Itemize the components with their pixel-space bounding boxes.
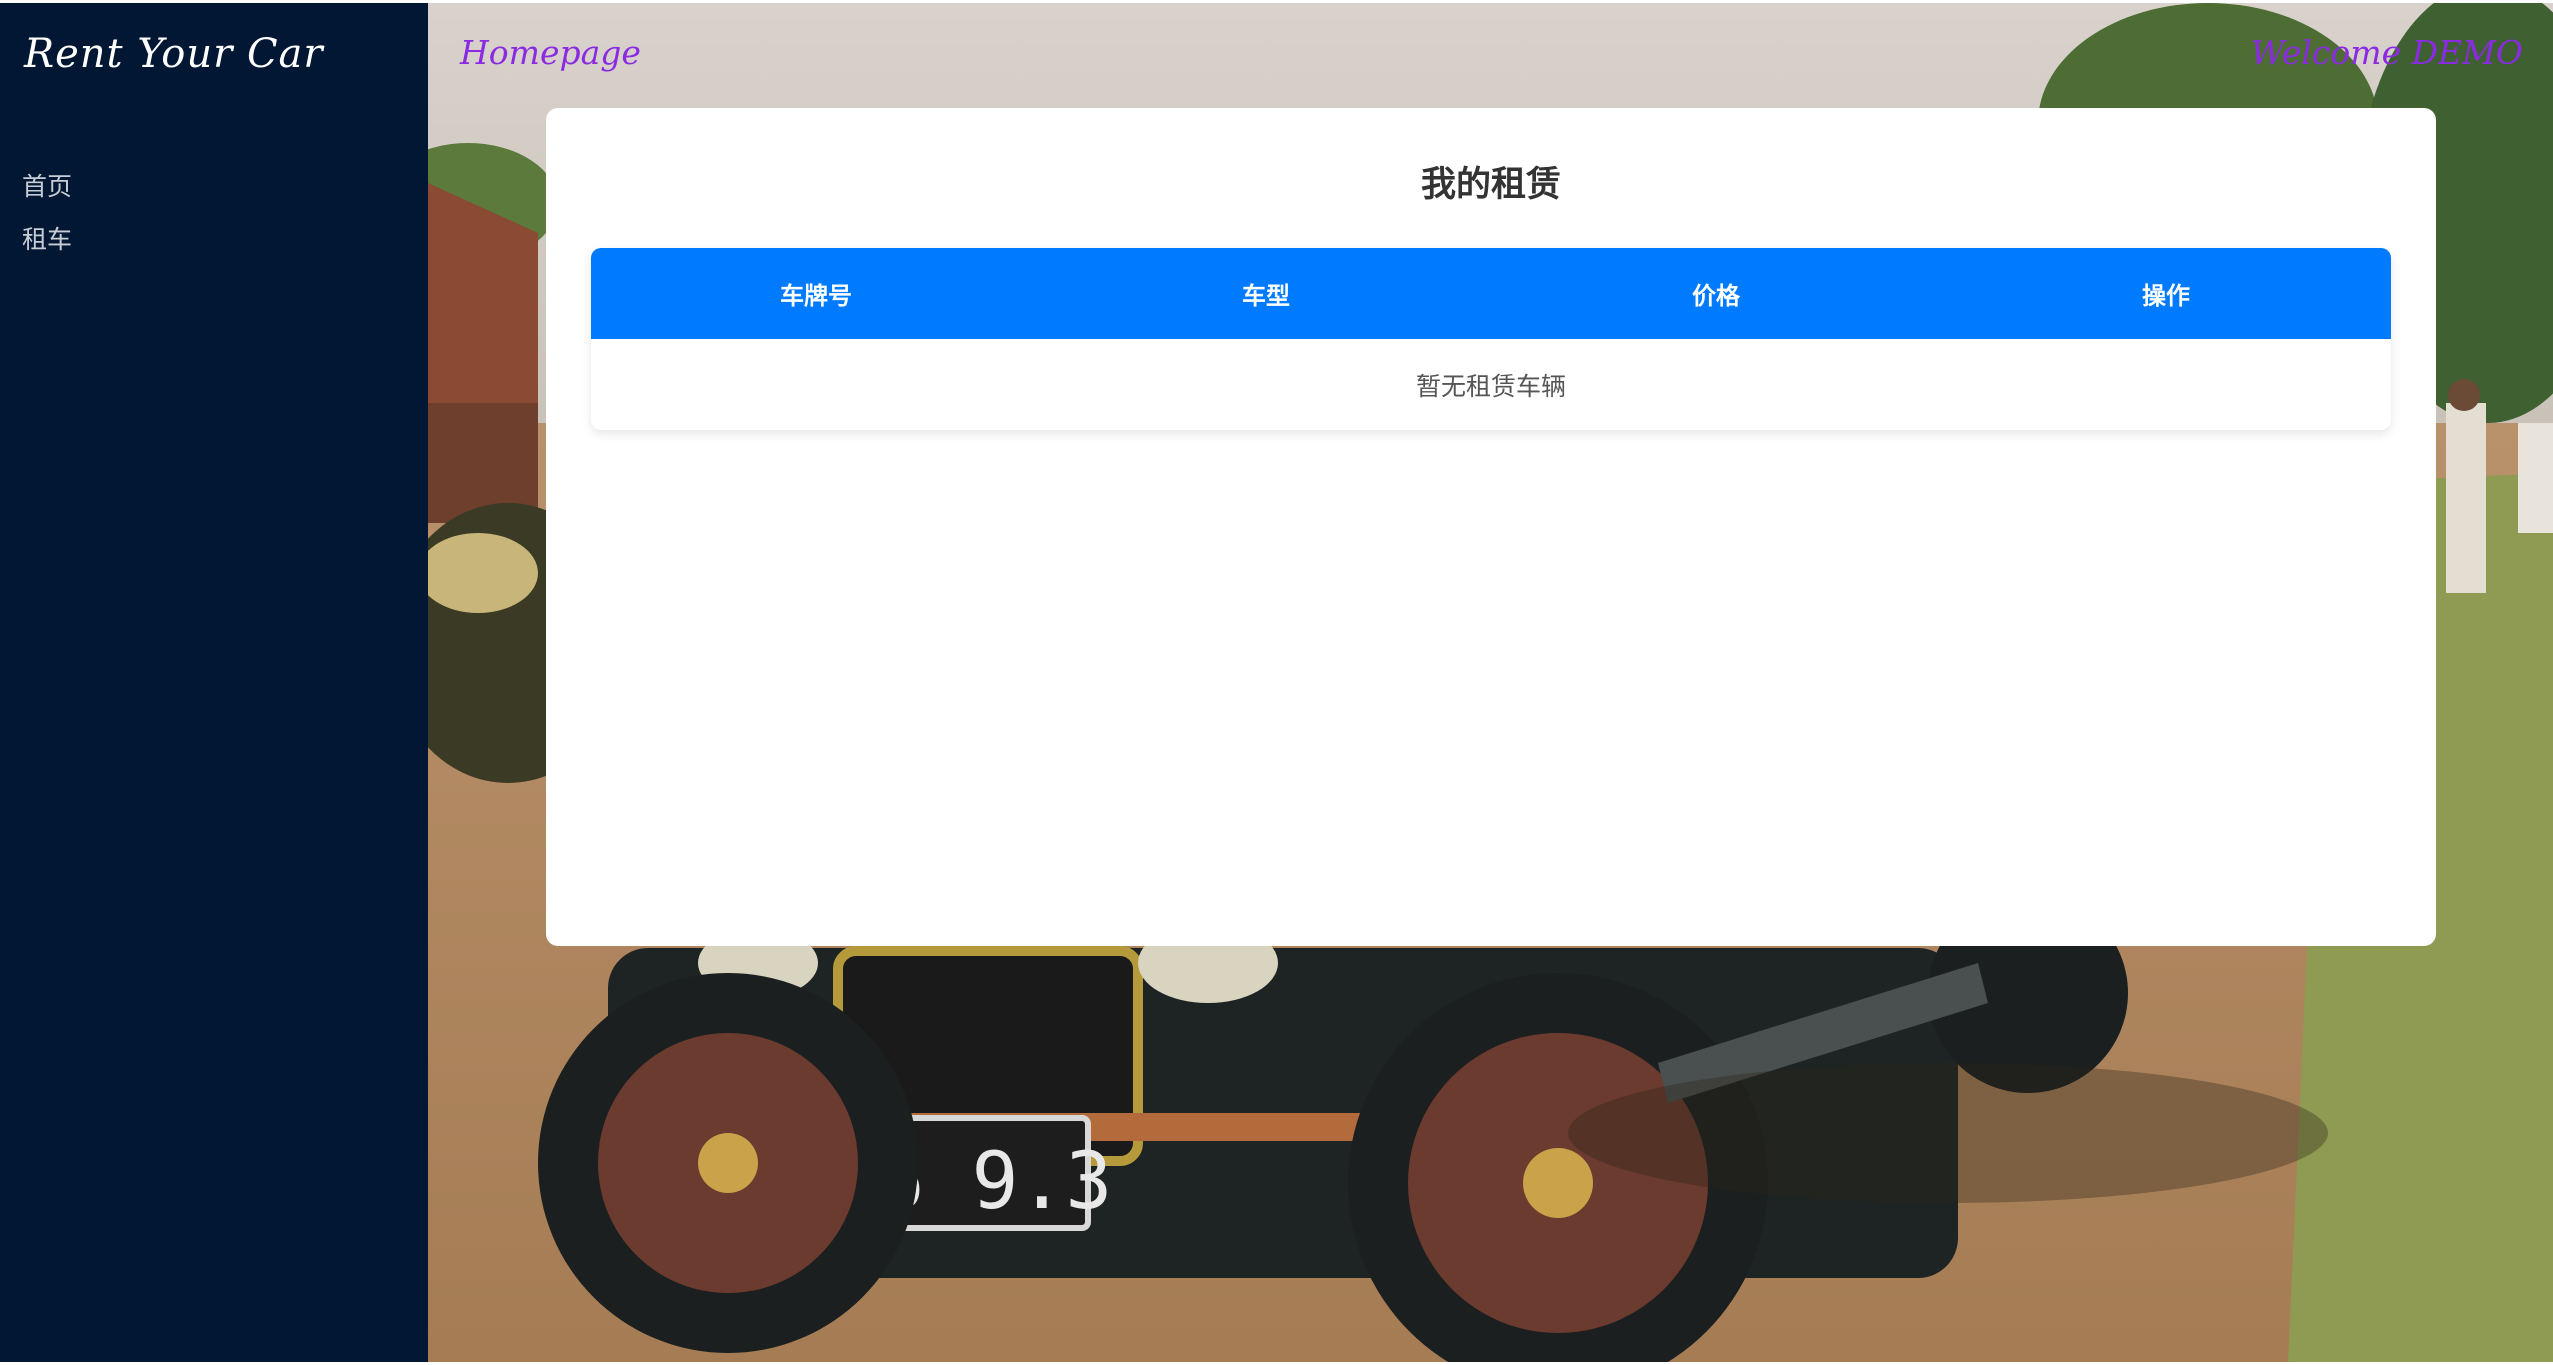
table-header-row: 车牌号 车型 价格 操作	[591, 248, 2391, 339]
welcome-text: Welcome DEMO	[2250, 33, 2523, 72]
sidebar-item-rent[interactable]: 租车	[22, 213, 72, 266]
rentals-table: 车牌号 车型 价格 操作 暂无租赁车辆	[591, 248, 2391, 430]
empty-state-message: 暂无租赁车辆	[1415, 371, 1566, 401]
sidebar-item-home[interactable]: 首页	[22, 160, 72, 213]
main-area: DI6 9.3 Homepage Welcome DEMO 我的租赁 车牌号 车…	[428, 3, 2553, 1362]
rentals-card: 我的租赁 车牌号 车型 价格 操作 暂无租赁车辆	[546, 108, 2436, 946]
column-header-actions: 操作	[1941, 248, 2391, 339]
page-title: 我的租赁	[1420, 165, 1561, 205]
brand-logo[interactable]: Rent Your Car	[24, 31, 324, 77]
column-header-plate: 车牌号	[591, 248, 1041, 339]
table-row: 暂无租赁车辆	[591, 339, 2391, 430]
column-header-model: 车型	[1041, 248, 1491, 339]
homepage-link[interactable]: Homepage	[460, 33, 641, 72]
app-window: Rent Your Car 首页 租车 DI6 9.3 Homepage Wel…	[0, 0, 2553, 1365]
sidebar-nav: 首页 租车	[22, 160, 72, 266]
column-header-price: 价格	[1491, 248, 1941, 339]
sidebar: Rent Your Car 首页 租车	[0, 3, 428, 1362]
